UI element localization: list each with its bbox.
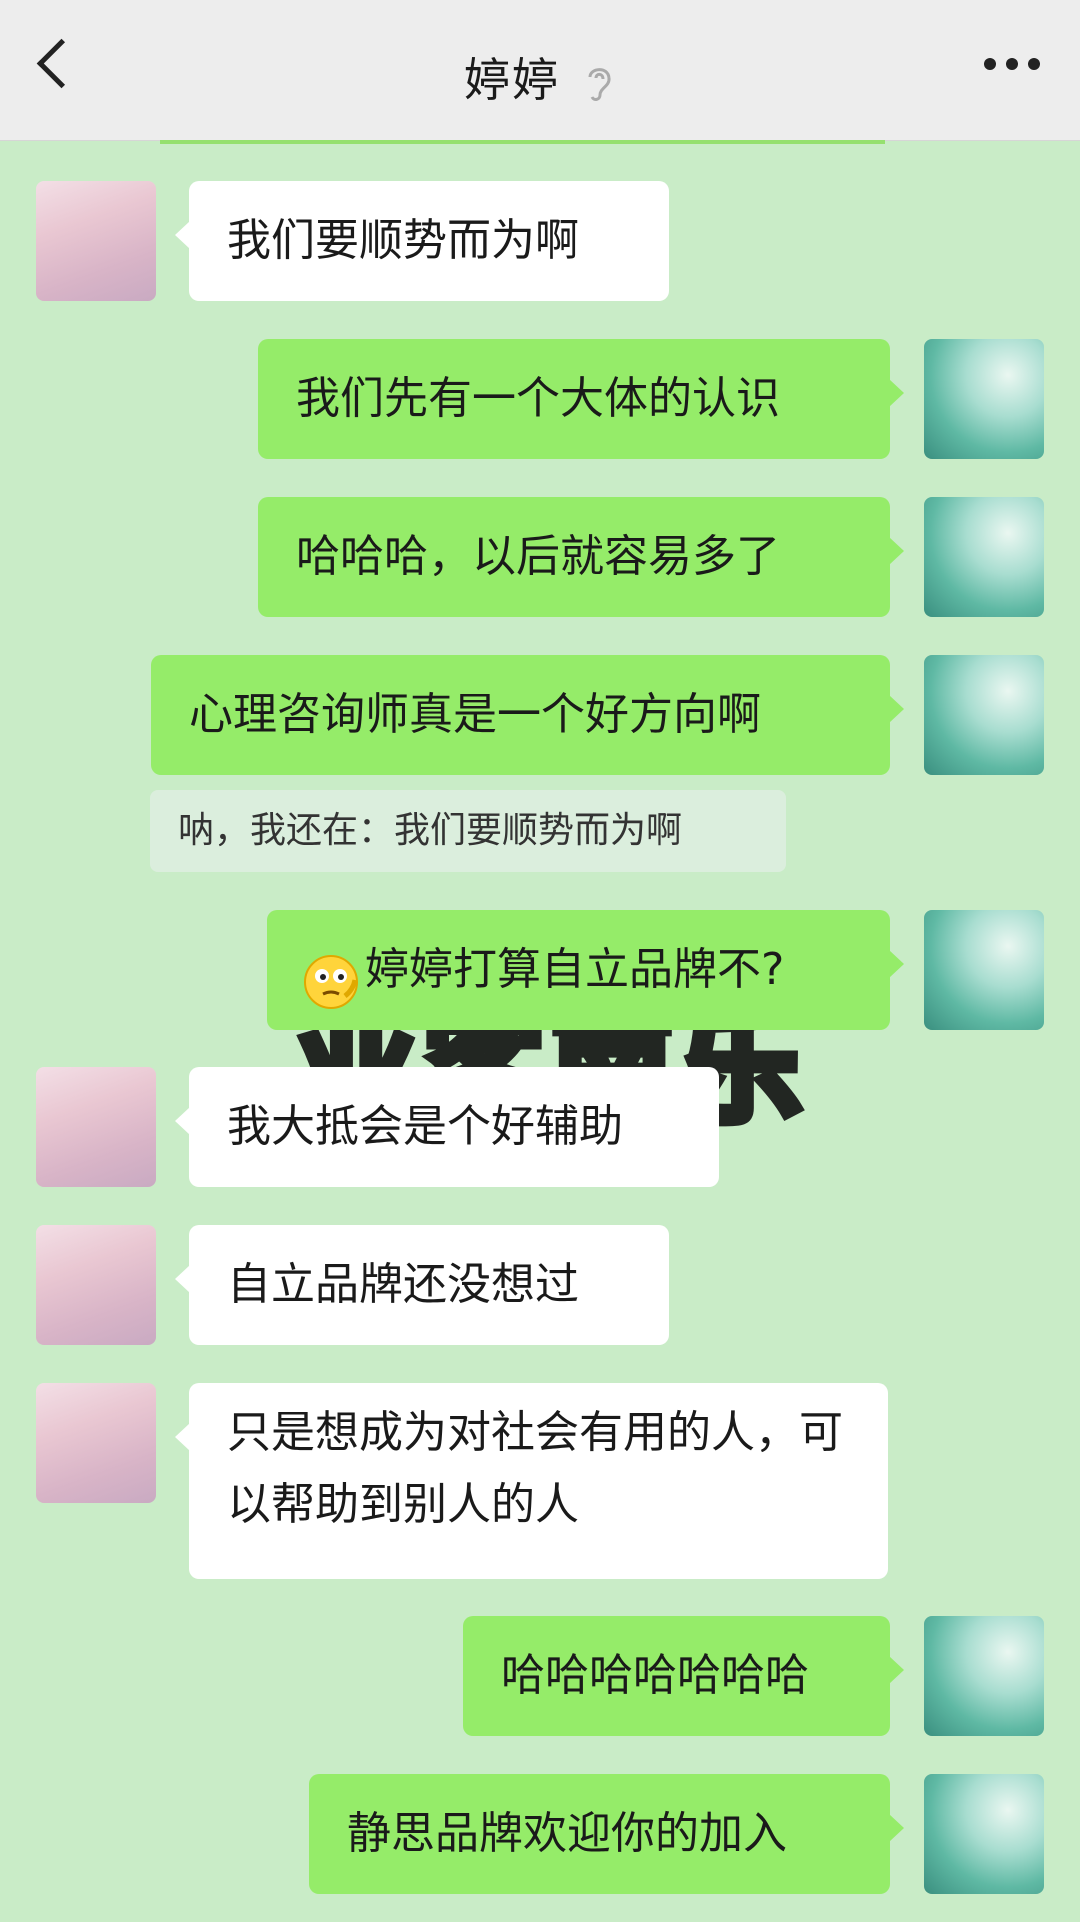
sent-message: 我们先有一个大体的认识	[258, 339, 904, 459]
quoted-reply[interactable]: 呐，我还在：我们要顺势而为啊	[150, 790, 786, 872]
my-avatar[interactable]	[924, 1774, 1044, 1894]
received-message: 我大抵会是个好辅助	[175, 1067, 719, 1187]
my-avatar[interactable]	[924, 910, 1044, 1030]
divider	[160, 140, 885, 144]
more-dots-icon[interactable]	[984, 58, 1040, 72]
chat-title: 婷婷	[0, 44, 1080, 110]
sent-message: 心理咨询师真是一个好方向啊	[151, 655, 904, 775]
sent-message: 哈哈哈，以后就容易多了	[258, 497, 904, 617]
sent-message: 静思品牌欢迎你的加入	[309, 1774, 904, 1894]
my-avatar[interactable]	[924, 339, 1044, 459]
contact-avatar[interactable]	[36, 1383, 156, 1503]
thinking-face-emoji-icon	[301, 938, 361, 1009]
my-avatar[interactable]	[924, 1616, 1044, 1736]
received-message: 只是想成为对社会有用的人，可以帮助到别人的人	[175, 1383, 888, 1579]
top-bar: 婷婷	[0, 0, 1080, 141]
sent-message: 哈哈哈哈哈哈哈	[463, 1616, 904, 1736]
contact-avatar[interactable]	[36, 1225, 156, 1345]
contact-avatar[interactable]	[36, 1067, 156, 1187]
sent-message-text: 婷婷打算自立品牌不?	[365, 944, 785, 995]
received-message: 我们要顺势而为啊	[175, 181, 669, 301]
ear-icon	[582, 60, 616, 101]
contact-name: 婷婷	[464, 53, 560, 107]
my-avatar[interactable]	[924, 497, 1044, 617]
contact-avatar[interactable]	[36, 181, 156, 301]
sent-message: 婷婷打算自立品牌不?	[267, 910, 904, 1030]
received-message: 自立品牌还没想过	[175, 1225, 669, 1345]
my-avatar[interactable]	[924, 655, 1044, 775]
